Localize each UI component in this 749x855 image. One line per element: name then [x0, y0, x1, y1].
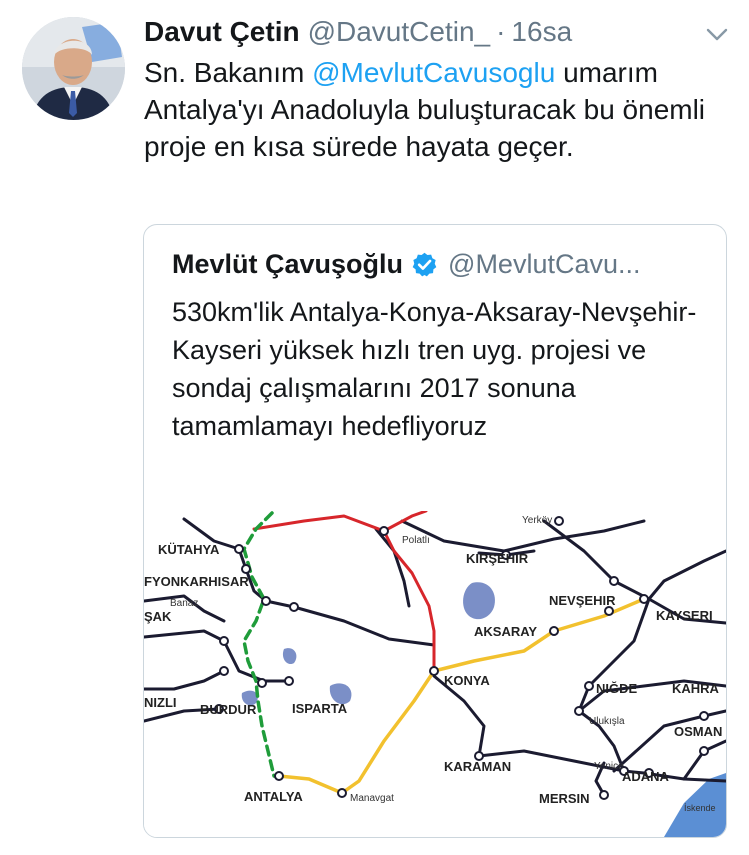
label-osman: OSMAN — [674, 724, 722, 739]
separator-dot: · — [496, 16, 506, 47]
chevron-down-icon[interactable] — [703, 20, 731, 48]
label-burdur: BURDUR — [200, 702, 257, 717]
label-mersin: MERSIN — [539, 791, 590, 806]
label-denizli: NIZLI — [144, 695, 177, 710]
route-planned-green — [242, 511, 276, 778]
label-manavgat: Manavgat — [350, 793, 394, 804]
quoted-author-handle: @MevlutCavu... — [448, 248, 641, 279]
quoted-tweet-card[interactable]: Mevlüt Çavuşoğlu @MevlutCavu... 530km'li… — [143, 224, 727, 838]
label-nevsehir: NEVŞEHIR — [549, 593, 616, 608]
railway-map: KÜTAHYA FYONKARHISAR Banaz ŞAK NIZLI BUR… — [144, 509, 726, 837]
label-ulukisla: Ulukışla — [589, 716, 625, 727]
label-kahra: KAHRA — [672, 681, 720, 696]
verified-badge-icon — [412, 252, 437, 276]
mention-link[interactable]: @MevlutCavusoglu — [312, 57, 555, 88]
tweet-header: Davut Çetin @DavutCetin_ · 16sa — [144, 14, 572, 50]
label-afyon: FYONKARHISAR — [144, 574, 249, 589]
label-antalya: ANTALYA — [244, 789, 303, 804]
author-handle[interactable]: @DavutCetin_ — [308, 16, 491, 48]
label-adana: ADANA — [622, 769, 670, 784]
label-kirsehir: KIRŞEHIR — [466, 551, 529, 566]
label-banaz: Banaz — [170, 598, 198, 609]
label-usak: ŞAK — [144, 609, 172, 624]
tweet-text: Sn. Bakanım @MevlutCavusoglu umarım Anta… — [144, 54, 734, 165]
label-yerkoy: Yerköy — [522, 515, 552, 526]
quoted-tweet-text: 530km'lik Antalya-Konya-Aksaray-Nevşehir… — [172, 297, 697, 441]
label-aksaray: AKSARAY — [474, 624, 537, 639]
label-yenice: Yenice — [594, 761, 624, 772]
avatar-photo — [22, 17, 125, 120]
label-kutahya: KÜTAHYA — [158, 542, 220, 557]
quoted-tweet-header: Mevlüt Çavuşoğlu @MevlutCavu... — [172, 245, 641, 283]
label-kayseri: KAYSERI — [656, 608, 713, 623]
tweet-timestamp[interactable]: 16sa — [511, 16, 572, 48]
author-name[interactable]: Davut Çetin — [144, 16, 300, 48]
label-konya: KONYA — [444, 673, 490, 688]
label-nigde: NIĞDE — [596, 681, 638, 696]
label-isparta: ISPARTA — [292, 701, 348, 716]
lake-tuz — [463, 582, 495, 620]
tweet-text-prefix: Sn. Bakanım — [144, 57, 313, 88]
lake-egirdir — [282, 648, 297, 665]
label-polatli: Polatlı — [402, 535, 430, 546]
label-iskende: İskende — [684, 803, 716, 813]
label-karaman: KARAMAN — [444, 759, 511, 774]
avatar[interactable] — [22, 17, 125, 120]
railway-map-image[interactable]: KÜTAHYA FYONKARHISAR Banaz ŞAK NIZLI BUR… — [144, 509, 726, 837]
quoted-author-name: Mevlüt Çavuşoğlu — [172, 248, 404, 279]
